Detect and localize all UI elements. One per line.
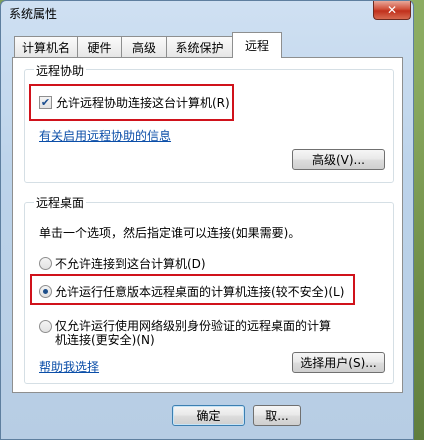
radio-nla-only-label-line2[interactable]: 机连接(更安全)(N)	[55, 331, 155, 348]
window-title: 系统属性	[9, 7, 58, 21]
title-bar[interactable]: 系统属性 ✕	[1, 1, 413, 25]
tab-remote[interactable]: 远程	[232, 32, 282, 58]
ok-button[interactable]: 确定	[172, 405, 245, 426]
remote-desktop-instruction: 单击一个选项，然后指定谁可以连接(如果需要)。	[39, 226, 301, 240]
remote-tab-panel: 远程协助 ✔ 允许远程协助连接这台计算机(R) 有关启用远程协助的信息 高级(V…	[12, 57, 403, 393]
close-icon: ✕	[386, 3, 398, 17]
close-button[interactable]: ✕	[373, 1, 411, 20]
tab-computer-name[interactable]: 计算机名	[14, 36, 78, 57]
tab-hardware[interactable]: 硬件	[77, 36, 122, 57]
radio-no-connection[interactable]	[39, 257, 52, 270]
remote-assistance-group-title: 远程协助	[34, 62, 87, 79]
select-users-button[interactable]: 选择用户(S)...	[292, 352, 385, 373]
tab-system-protection[interactable]: 系统保护	[166, 36, 233, 57]
cancel-button[interactable]: 取...	[253, 405, 301, 426]
remote-assistance-info-link[interactable]: 有关启用远程协助的信息	[39, 127, 171, 144]
system-properties-dialog: 系统属性 ✕ 计算机名 硬件 高级 系统保护 远程 远程协助 ✔ 允许远程协助连…	[0, 0, 414, 440]
highlight-box-remote-desktop	[30, 274, 355, 305]
remote-desktop-group-title: 远程桌面	[34, 194, 87, 211]
radio-no-connection-label[interactable]: 不允许连接到这台计算机(D)	[55, 255, 206, 272]
radio-nla-only[interactable]	[39, 320, 52, 333]
tab-advanced[interactable]: 高级	[121, 36, 167, 57]
highlight-box-remote-assistance	[29, 84, 234, 121]
advanced-button[interactable]: 高级(V)...	[292, 149, 385, 170]
help-me-choose-link[interactable]: 帮助我选择	[39, 358, 99, 375]
